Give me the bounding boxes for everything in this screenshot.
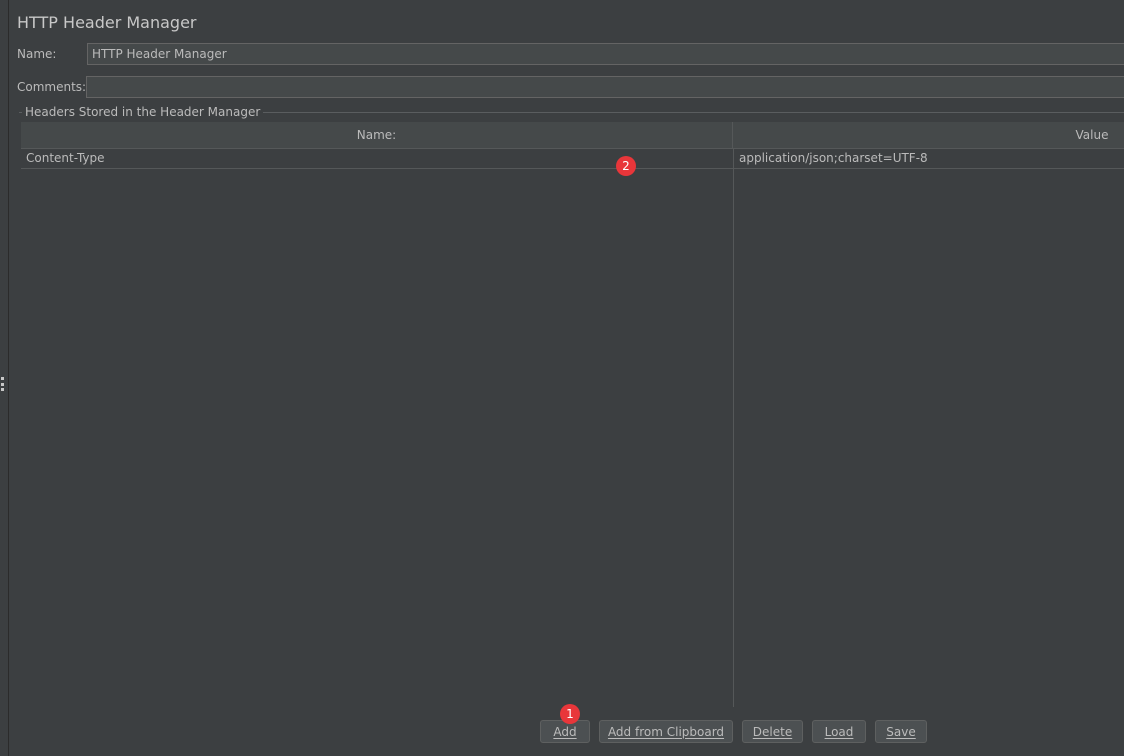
table-header: Name: Value: [21, 122, 1124, 149]
table-body[interactable]: Content-Type application/json;charset=UT…: [21, 148, 1124, 707]
header-value-cell[interactable]: application/json;charset=UTF-8: [739, 151, 928, 165]
table-row[interactable]: Content-Type application/json;charset=UT…: [21, 148, 1124, 169]
delete-button[interactable]: Delete: [742, 720, 803, 743]
column-header-name[interactable]: Name:: [21, 122, 733, 148]
column-header-value[interactable]: Value: [733, 122, 1124, 148]
annotation-badge-1: 1: [560, 704, 580, 724]
comments-label: Comments:: [17, 80, 87, 94]
panel-title: HTTP Header Manager: [17, 13, 197, 32]
add-button[interactable]: Add: [540, 720, 590, 743]
name-label: Name:: [17, 47, 57, 61]
save-button[interactable]: Save: [875, 720, 927, 743]
comments-input[interactable]: [86, 76, 1124, 98]
add-from-clipboard-button[interactable]: Add from Clipboard: [599, 720, 733, 743]
load-button[interactable]: Load: [812, 720, 866, 743]
http-header-manager-panel: HTTP Header Manager Name: Comments: Head…: [0, 0, 1124, 756]
headers-table[interactable]: Name: Value Content-Type application/jso…: [21, 122, 1124, 707]
column-divider: [733, 148, 734, 707]
header-name-cell[interactable]: Content-Type: [26, 151, 105, 165]
splitter-grip-icon: [1, 377, 4, 391]
left-splitter[interactable]: [0, 0, 9, 756]
annotation-badge-2: 2: [616, 156, 636, 176]
name-input[interactable]: [87, 43, 1124, 65]
headers-group-title: Headers Stored in the Header Manager: [22, 105, 264, 119]
